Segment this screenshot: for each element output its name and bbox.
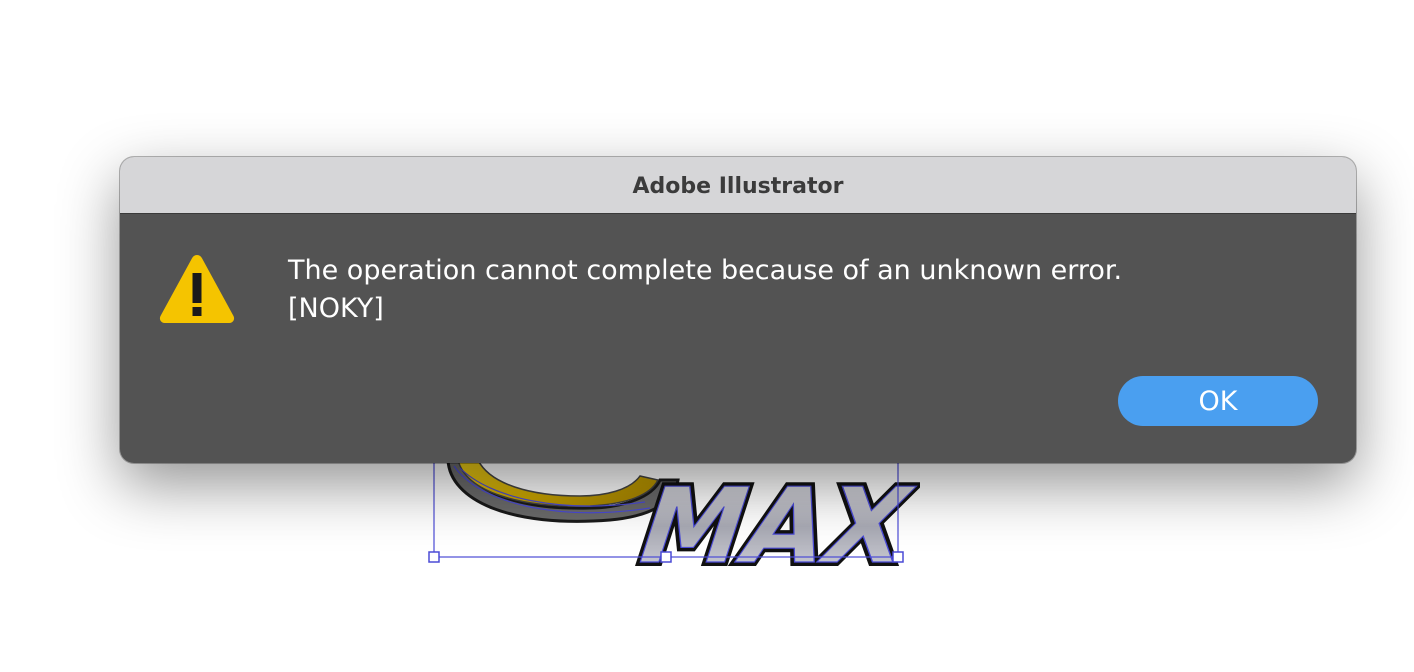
dialog-body: The operation cannot complete because of… — [120, 214, 1356, 463]
dialog-titlebar[interactable]: Adobe Illustrator — [120, 157, 1356, 214]
dialog-title: Adobe Illustrator — [632, 173, 844, 199]
illustrator-canvas[interactable]: MAX MAX Adobe Illustrator The operation … — [0, 0, 1414, 672]
error-dialog: Adobe Illustrator The operation cannot c… — [120, 157, 1356, 463]
error-message-text: The operation cannot complete because of… — [288, 255, 1123, 286]
error-code: [NOKY] — [288, 293, 384, 324]
max-logo-outline: MAX — [623, 466, 920, 580]
error-message: The operation cannot complete because of… — [288, 252, 1122, 328]
warning-icon — [158, 252, 236, 326]
ok-button[interactable]: OK — [1118, 376, 1318, 426]
